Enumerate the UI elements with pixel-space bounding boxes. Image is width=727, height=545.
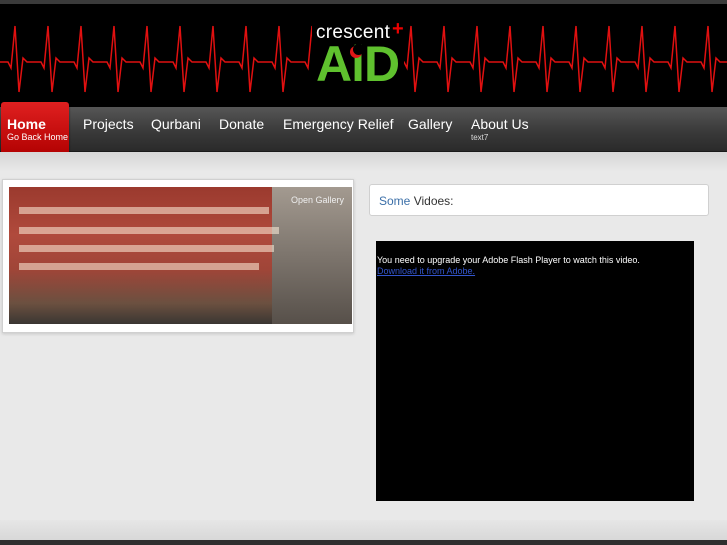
nav-item-label: About Us	[471, 116, 529, 132]
flash-upgrade-message: You need to upgrade your Adobe Flash Pla…	[377, 255, 640, 265]
nav-shadow-band	[0, 152, 727, 172]
nav-home-sublabel: Go Back Home	[7, 132, 69, 142]
crescent-aid-logo[interactable]: crescent + AiD	[312, 18, 404, 100]
adobe-download-link[interactable]: Download it from Adobe.	[377, 266, 475, 276]
bottom-strip	[0, 540, 727, 545]
videos-title-rest: Vidoes:	[410, 194, 454, 208]
nav-item-label: Donate	[219, 116, 265, 132]
nav-item-label: Emergency Relief	[283, 116, 394, 132]
crescent-moon-icon	[350, 44, 364, 58]
nav-item-qurbani[interactable]: Qurbani	[151, 116, 201, 132]
nav-item-label: Projects	[83, 116, 134, 132]
nav-item-label: Gallery	[408, 116, 453, 132]
nav-item-about-us[interactable]: About Us text7	[471, 116, 529, 142]
footer-band	[0, 520, 727, 540]
banner-text-stripe	[19, 207, 269, 214]
gallery-slideshow-image[interactable]: Open Gallery	[9, 187, 352, 324]
videos-title-accent: Some	[379, 194, 411, 208]
videos-title: Some Vidoes:	[379, 194, 454, 208]
nav-home-button[interactable]: Home Go Back Home	[1, 102, 69, 157]
nav-item-emergency-relief[interactable]: Emergency Relief	[283, 116, 394, 132]
nav-item-sublabel: text7	[471, 133, 489, 142]
open-gallery-link[interactable]: Open Gallery	[291, 195, 344, 205]
nav-item-label: Qurbani	[151, 116, 201, 132]
flash-video-player[interactable]: You need to upgrade your Adobe Flash Pla…	[376, 241, 694, 501]
nav-home-label: Home	[7, 116, 46, 132]
main-navigation: Home Go Back Home Projects Qurbani Donat…	[0, 102, 727, 157]
nav-item-donate[interactable]: Donate	[219, 116, 264, 132]
banner-text-stripe	[19, 263, 259, 270]
gallery-panel: Open Gallery	[2, 179, 354, 333]
header-banner: crescent + AiD	[0, 4, 727, 107]
banner-text-stripe	[19, 227, 279, 234]
videos-header-panel: Some Vidoes:	[369, 184, 709, 216]
nav-item-projects[interactable]: Projects	[83, 116, 134, 132]
image-background-area	[272, 187, 352, 324]
nav-item-gallery[interactable]: Gallery	[408, 116, 452, 132]
banner-text-stripe	[19, 245, 274, 252]
